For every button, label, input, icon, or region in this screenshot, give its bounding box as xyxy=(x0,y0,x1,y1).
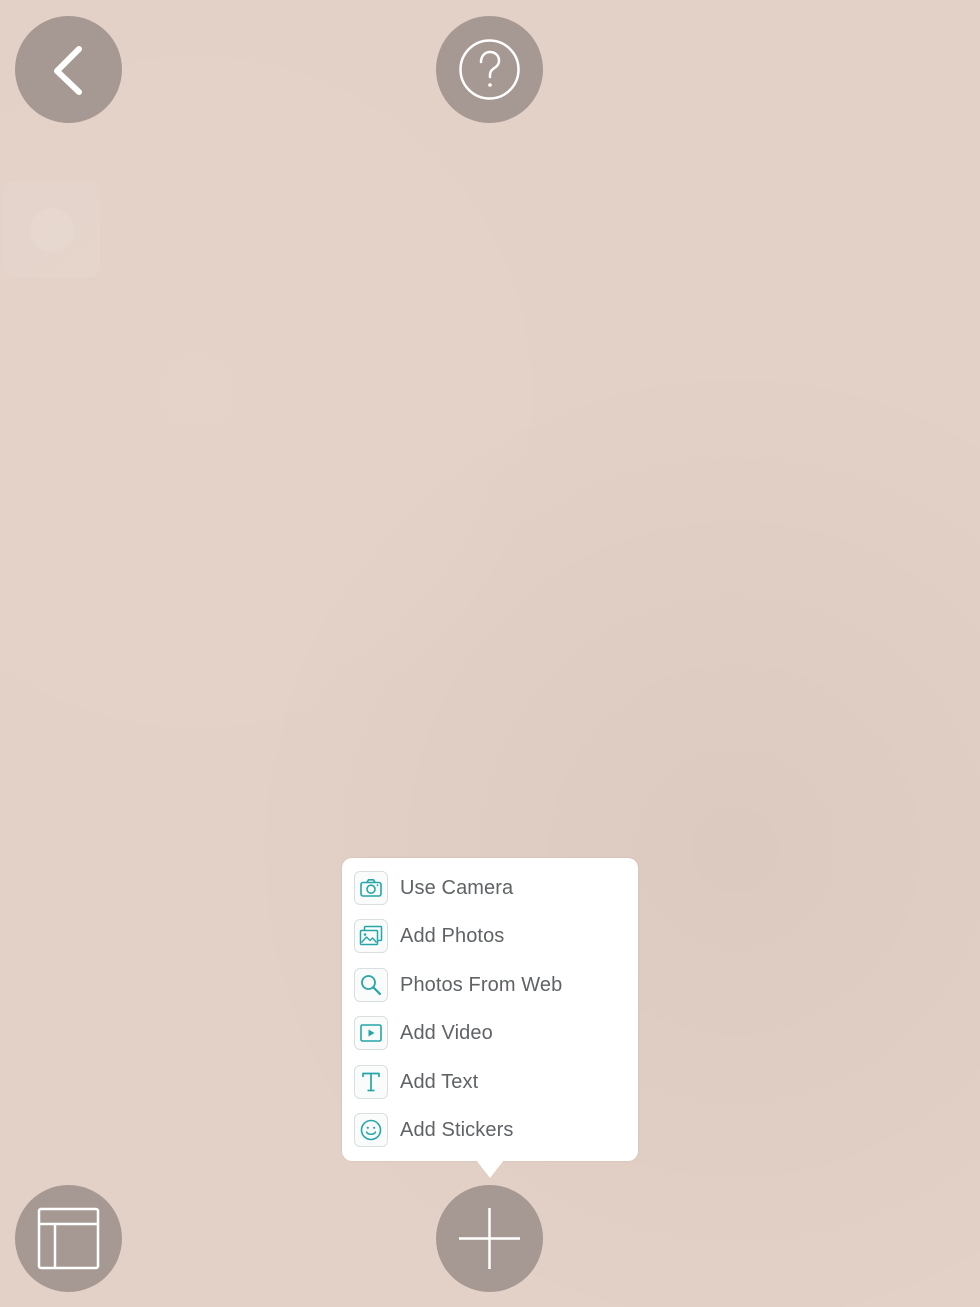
layout-icon xyxy=(37,1207,100,1270)
ghost-placeholder-tile xyxy=(3,181,100,278)
menu-item-add-video[interactable]: Add Video xyxy=(354,1013,626,1053)
layout-button[interactable] xyxy=(15,1185,122,1292)
back-button[interactable] xyxy=(15,16,122,123)
search-icon xyxy=(354,968,388,1002)
add-button[interactable] xyxy=(436,1185,543,1292)
question-circle-icon xyxy=(459,39,520,100)
video-icon xyxy=(354,1016,388,1050)
help-button[interactable] xyxy=(436,16,543,123)
smiley-icon xyxy=(354,1113,388,1147)
camera-icon xyxy=(354,871,388,905)
menu-item-label: Use Camera xyxy=(400,876,514,899)
plus-icon xyxy=(459,1208,520,1269)
menu-item-label: Add Video xyxy=(400,1021,493,1044)
menu-item-add-stickers[interactable]: Add Stickers xyxy=(354,1110,626,1150)
ghost-circle xyxy=(29,207,74,252)
menu-item-add-photos[interactable]: Add Photos xyxy=(354,916,626,956)
menu-item-label: Add Stickers xyxy=(400,1118,514,1141)
chevron-left-icon xyxy=(54,46,82,95)
menu-item-label: Add Photos xyxy=(400,924,505,947)
menu-item-use-camera[interactable]: Use Camera xyxy=(354,868,626,908)
add-menu-popover: Use Camera Add Photos Photos From Web Ad… xyxy=(342,858,638,1161)
menu-item-add-text[interactable]: Add Text xyxy=(354,1062,626,1102)
photos-icon xyxy=(354,919,388,953)
text-icon xyxy=(354,1065,388,1099)
menu-item-photos-from-web[interactable]: Photos From Web xyxy=(354,965,626,1005)
menu-item-label: Photos From Web xyxy=(400,973,563,996)
popover-arrow xyxy=(476,1160,504,1178)
menu-item-label: Add Text xyxy=(400,1070,479,1093)
